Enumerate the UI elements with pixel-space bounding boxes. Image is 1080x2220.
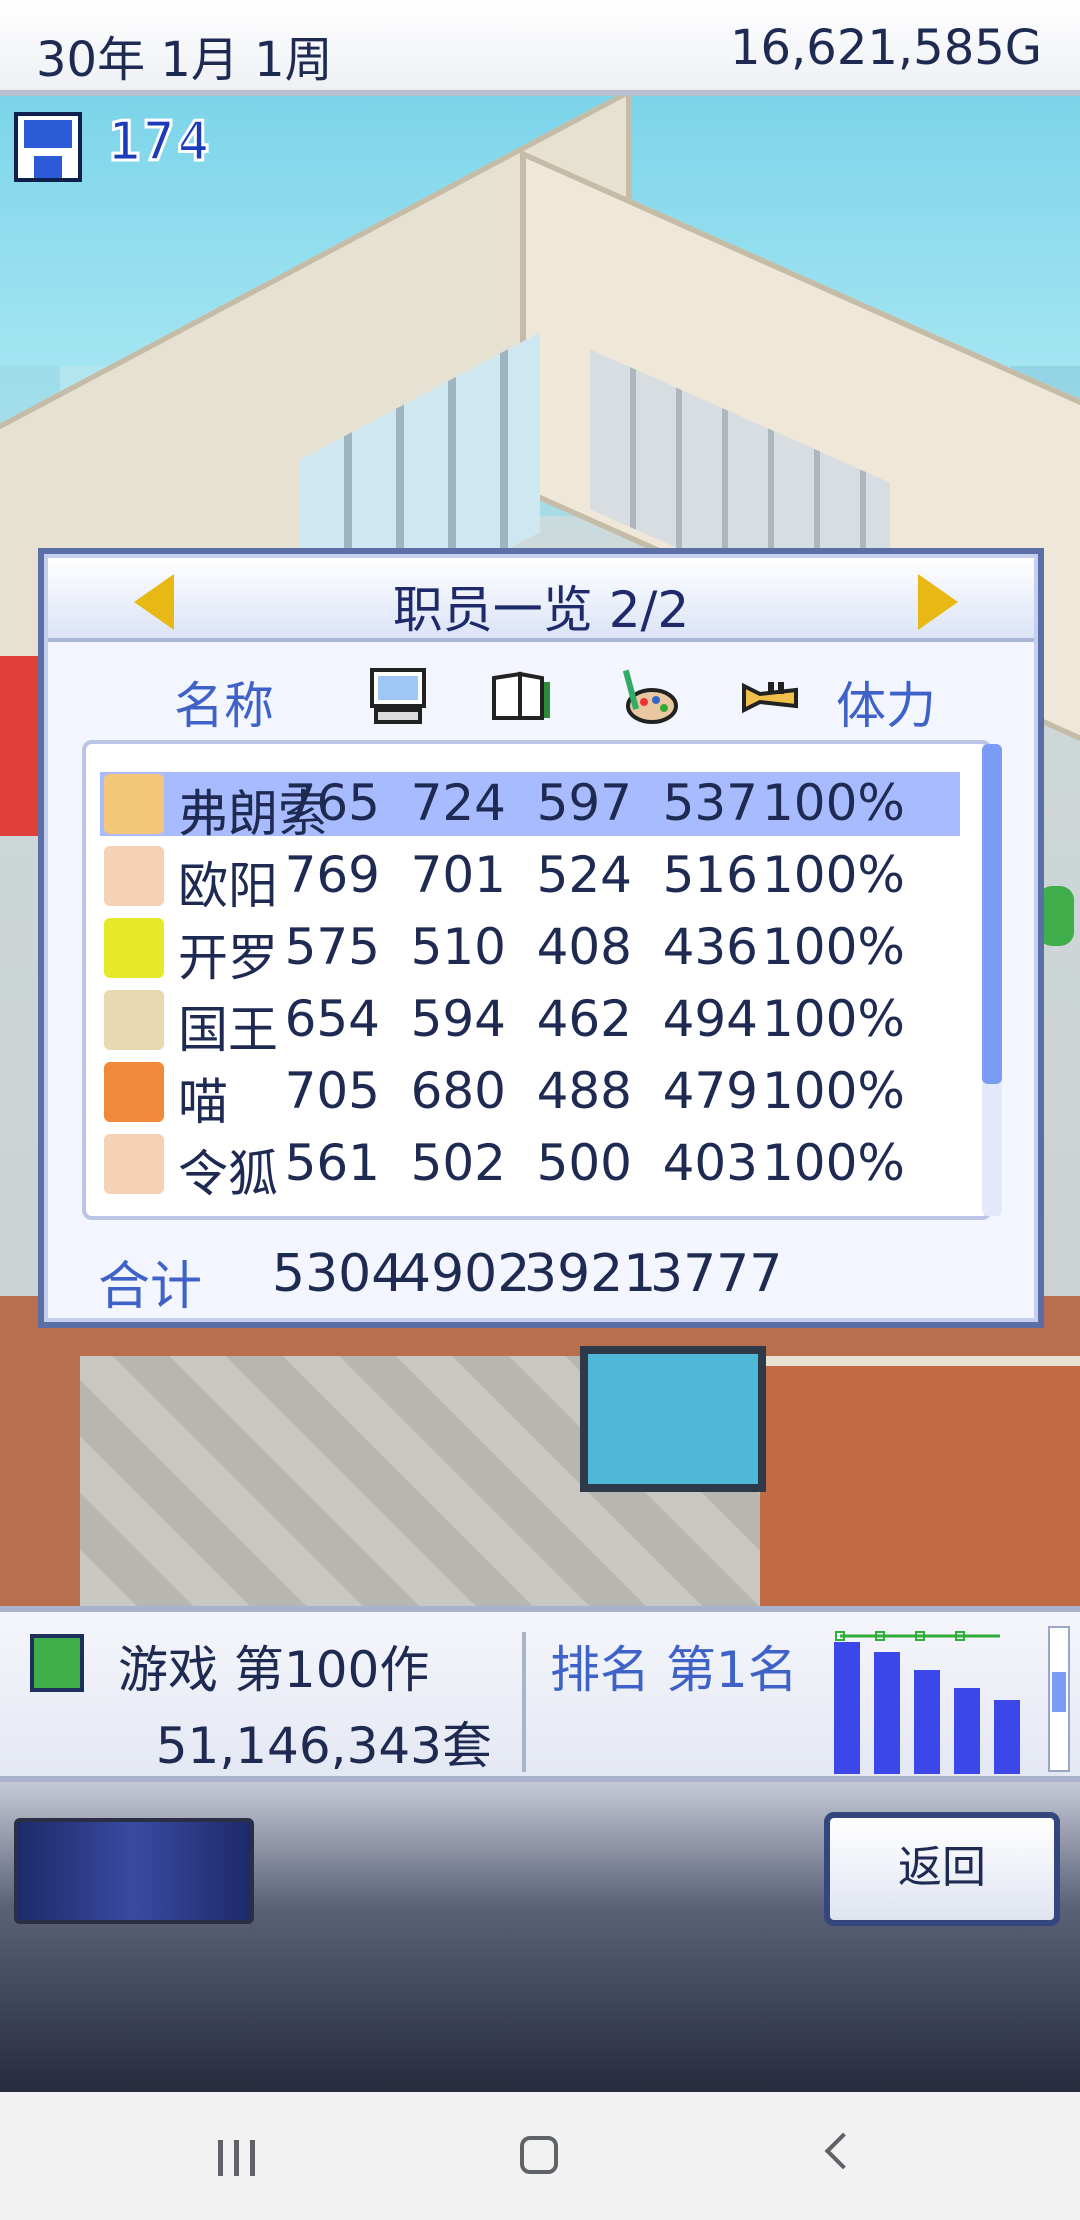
- staff-avatar: [104, 1062, 164, 1122]
- stat-stamina: 100%: [762, 774, 905, 832]
- stat-scenario: 701: [410, 846, 506, 904]
- staff-row[interactable]: 弗朗索 765 724 597 537 100%: [100, 772, 960, 843]
- money-display: 16,621,585G: [729, 20, 1042, 76]
- empty-slot: [14, 1818, 254, 1924]
- mini-chart-bar: [834, 1642, 860, 1774]
- staff-list-panel: 职员一览 2/2 名称 体力 弗朗索 765 724 597 537 100% …: [38, 548, 1044, 1328]
- staff-name: 喵: [178, 1073, 228, 1131]
- back-button[interactable]: 返回: [824, 1812, 1060, 1926]
- control-area: 返回: [0, 1782, 1080, 2092]
- stat-programming: 705: [284, 1062, 380, 1120]
- stat-sound: 516: [662, 846, 758, 904]
- mini-chart-bar: [954, 1688, 980, 1774]
- stat-sound: 537: [662, 774, 758, 832]
- staff-row[interactable]: 欧阳 769 701 524 516 100%: [100, 844, 960, 915]
- divider: [522, 1632, 526, 1772]
- staff-avatar: [104, 990, 164, 1050]
- stat-programming: 575: [284, 918, 380, 976]
- brick-wall: [760, 1356, 1080, 1606]
- stat-graphics: 462: [536, 990, 632, 1048]
- stat-scenario: 680: [410, 1062, 506, 1120]
- info-scrollbar-thumb[interactable]: [1052, 1672, 1066, 1712]
- stat-sound: 436: [662, 918, 758, 976]
- stat-sound: 403: [662, 1134, 758, 1192]
- home-icon[interactable]: [520, 2136, 558, 2174]
- stat-stamina: 100%: [762, 918, 905, 976]
- staff-avatar: [104, 918, 164, 978]
- status-bar: 30年 1月 1周 16,621,585G: [0, 0, 1080, 96]
- column-name-header: 名称: [174, 677, 274, 735]
- staff-row[interactable]: 令狐 561 502 500 403 100%: [100, 1132, 960, 1203]
- game-date: 30年 1月 1周: [36, 32, 333, 88]
- info-scrollbar[interactable]: [1048, 1626, 1070, 1772]
- stat-programming: 765: [284, 774, 380, 832]
- staff-name: 开罗: [178, 929, 278, 987]
- stat-stamina: 100%: [762, 990, 905, 1048]
- scrollbar-thumb[interactable]: [982, 744, 1002, 1084]
- floppy-disk-icon[interactable]: [14, 112, 82, 182]
- game-number: 游戏 第100作: [118, 1641, 430, 1699]
- sales-count: 51,146,343套: [155, 1717, 492, 1775]
- game-cartridge-icon: [30, 1634, 84, 1692]
- system-navigation-bar: [0, 2092, 1080, 2220]
- sales-mini-chart: [834, 1631, 1020, 1774]
- recent-apps-icon[interactable]: [218, 2140, 258, 2176]
- computer-icon: [370, 668, 426, 724]
- mini-chart-bar: [874, 1652, 900, 1774]
- total-programming: 5304: [272, 1244, 405, 1304]
- next-page-arrow-icon[interactable]: [918, 574, 958, 630]
- staff-avatar: [104, 774, 164, 834]
- panel-title: 职员一览 2/2: [392, 581, 690, 639]
- stat-programming: 654: [284, 990, 380, 1048]
- stat-scenario: 510: [410, 918, 506, 976]
- stat-scenario: 724: [410, 774, 506, 832]
- back-arrow-icon[interactable]: [824, 2132, 862, 2170]
- staff-list-scrollbar[interactable]: [982, 744, 1002, 1216]
- mini-chart-bar: [914, 1670, 940, 1774]
- stat-stamina: 100%: [762, 846, 905, 904]
- staff-row[interactable]: 喵 705 680 488 479 100%: [100, 1060, 960, 1131]
- total-scenario: 4902: [398, 1244, 531, 1304]
- stat-graphics: 500: [536, 1134, 632, 1192]
- staff-avatar: [104, 846, 164, 906]
- total-graphics: 3921: [524, 1244, 657, 1304]
- total-sound: 3777: [650, 1244, 783, 1304]
- mini-chart-bar: [994, 1700, 1020, 1774]
- stat-stamina: 100%: [762, 1134, 905, 1192]
- stat-sound: 494: [662, 990, 758, 1048]
- stat-sound: 479: [662, 1062, 758, 1120]
- ranking: 排名 第1名: [550, 1641, 798, 1699]
- staff-name: 国王: [178, 1001, 278, 1059]
- staff-row[interactable]: 开罗 575 510 408 436 100%: [100, 916, 960, 987]
- stat-programming: 769: [284, 846, 380, 904]
- stat-graphics: 488: [536, 1062, 632, 1120]
- stat-graphics: 524: [536, 846, 632, 904]
- column-stamina-header: 体力: [836, 677, 936, 735]
- paint-palette-icon: [622, 669, 678, 724]
- book-icon: [492, 671, 550, 720]
- staff-row[interactable]: 国王 654 594 462 494 100%: [100, 988, 960, 1059]
- stat-scenario: 502: [410, 1134, 506, 1192]
- stat-programming: 561: [284, 1134, 380, 1192]
- aquarium: [580, 1346, 766, 1492]
- stat-graphics: 597: [536, 774, 632, 832]
- staff-avatar: [104, 1134, 164, 1194]
- panel-header: 职员一览 2/2: [48, 558, 1034, 642]
- stat-graphics: 408: [536, 918, 632, 976]
- trumpet-icon: [742, 682, 798, 714]
- total-label: 合计: [98, 1257, 203, 1317]
- staff-name: 令狐: [178, 1145, 278, 1203]
- stat-stamina: 100%: [762, 1062, 905, 1120]
- staff-name: 欧阳: [178, 857, 278, 915]
- stat-scenario: 594: [410, 990, 506, 1048]
- game-info-bar[interactable]: 游戏 第100作 51,146,343套 排名 第1名: [0, 1606, 1080, 1782]
- save-count: 174: [107, 109, 212, 175]
